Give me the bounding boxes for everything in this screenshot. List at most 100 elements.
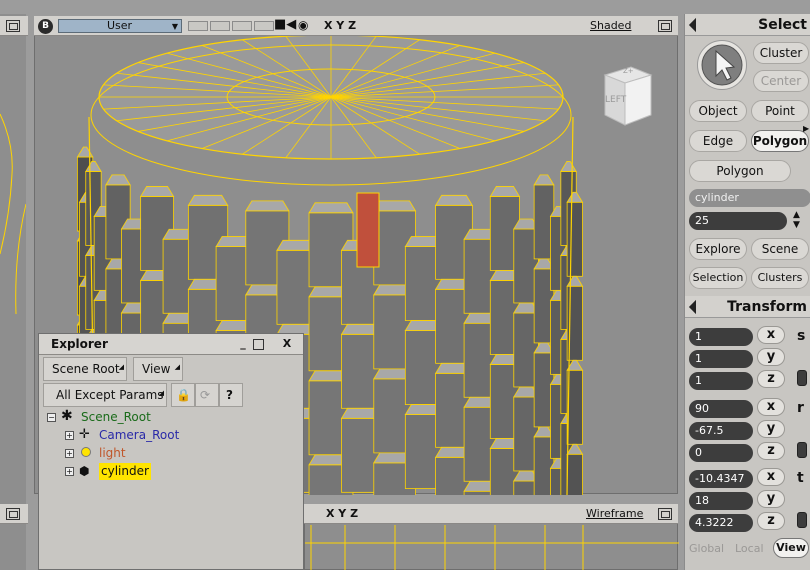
translate-y-field[interactable]: 18	[689, 492, 753, 510]
eye-icon[interactable]: ◉	[298, 18, 308, 32]
rotate-label[interactable]: r	[797, 400, 804, 416]
viewport-badge[interactable]: B	[38, 19, 53, 34]
expand-icon[interactable]: +	[65, 449, 74, 458]
tree-item-cylinder[interactable]: + ⬢ cylinder	[47, 463, 207, 480]
scale-z-field[interactable]: 1	[689, 372, 753, 390]
scale-slider[interactable]	[797, 370, 807, 386]
spinner-icon[interactable]: ▲ ▼	[793, 210, 800, 230]
menu-arrow-icon: ▶	[803, 124, 810, 133]
minimize-icon[interactable]: _	[235, 337, 251, 351]
explore-button[interactable]: Explore	[689, 238, 747, 260]
tree-item-camera-root[interactable]: + ✛ Camera_Root	[47, 427, 227, 444]
polygon-button[interactable]: Polygon	[751, 130, 809, 152]
maximize-viewport-icon[interactable]	[6, 20, 20, 32]
rotate-y-button[interactable]: y	[757, 420, 785, 438]
translate-z-button[interactable]: z	[757, 512, 785, 530]
viewport-slot-4[interactable]	[254, 21, 274, 31]
selection-count-field[interactable]: 25	[689, 212, 787, 230]
viewport-slot-1[interactable]	[188, 21, 208, 31]
maximize-viewport-icon[interactable]	[658, 20, 672, 32]
polygon-mode-button[interactable]: Polygon	[689, 160, 791, 182]
point-button[interactable]: Point	[751, 100, 809, 122]
translate-x-field[interactable]: -10.4347	[689, 470, 753, 488]
tree-label: Camera_Root	[99, 428, 180, 442]
explorer-title-bar[interactable]: Explorer _ X	[39, 334, 303, 355]
translate-label[interactable]: t	[797, 470, 804, 486]
object-button[interactable]: Object	[689, 100, 747, 122]
view-cube[interactable]: Z+ LEFT	[597, 63, 653, 127]
select-title: Select	[758, 17, 807, 33]
rotate-y-field[interactable]: -67.5	[689, 422, 753, 440]
translate-slider[interactable]	[797, 512, 807, 528]
scale-y-button[interactable]: y	[757, 348, 785, 366]
left-viewport[interactable]	[0, 14, 26, 570]
clusters-button[interactable]: Clusters	[751, 267, 809, 289]
left-bottom-viewport-bar	[0, 504, 28, 524]
rotate-x-field[interactable]: 90	[689, 400, 753, 418]
select-header[interactable]: Select	[685, 14, 810, 36]
select-transform-panel: Select Cluster Center Object Point Edge …	[684, 14, 810, 570]
facet-cap	[245, 200, 290, 212]
global-space-button[interactable]: Global	[689, 542, 724, 555]
dropdown-corner-icon: ◢	[118, 363, 124, 371]
scene-button[interactable]: Scene	[751, 238, 809, 260]
maximize-icon[interactable]	[253, 339, 264, 350]
cluster-button[interactable]: Cluster	[753, 42, 809, 64]
filter-label: All Except Params	[56, 388, 164, 402]
maximize-viewport-icon[interactable]	[6, 508, 20, 520]
tree-item-scene-root[interactable]: − ✱ Scene_Root	[47, 408, 187, 426]
view-space-button[interactable]: View	[773, 538, 809, 558]
scale-x-button[interactable]: x	[757, 326, 785, 344]
cursor-arrow-icon	[701, 44, 743, 86]
local-space-button[interactable]: Local	[735, 542, 764, 555]
translate-z-field[interactable]: 4.3222	[689, 514, 753, 532]
help-icon[interactable]: ?	[219, 383, 243, 407]
refresh-icon[interactable]: ⟳	[195, 383, 219, 407]
dropdown-corner-icon: ◢	[174, 363, 180, 371]
camera-dropdown[interactable]: User ▼	[58, 19, 182, 33]
rotate-z-field[interactable]: 0	[689, 444, 753, 462]
collapse-icon[interactable]: −	[47, 413, 56, 422]
view-cube-face-label: LEFT	[605, 95, 627, 105]
display-mode-menu[interactable]: Shaded	[590, 19, 631, 33]
view-button[interactable]: View ◢	[133, 357, 183, 381]
filter-button[interactable]: All Except Params ◢	[43, 383, 167, 407]
explorer-title: Explorer	[51, 337, 108, 351]
edge-button[interactable]: Edge	[689, 130, 747, 152]
camera-icon[interactable]: ■◀	[274, 18, 296, 32]
collapse-icon	[688, 299, 704, 315]
center-button[interactable]: Center	[753, 70, 809, 92]
axis-toggles[interactable]: X Y Z	[326, 507, 358, 521]
selected-polygon	[356, 192, 380, 268]
tree-label: cylinder	[99, 463, 151, 480]
transform-header[interactable]: Transform	[685, 296, 810, 318]
transform-title: Transform	[727, 299, 807, 315]
scale-label[interactable]: s	[797, 328, 805, 344]
rotate-z-button[interactable]: z	[757, 442, 785, 460]
scale-x-field[interactable]: 1	[689, 328, 753, 346]
camera-root-icon: ✛	[79, 427, 90, 442]
selection-arrow-button[interactable]	[697, 40, 747, 90]
tree-item-light[interactable]: + light	[47, 445, 207, 462]
scene-root-button[interactable]: Scene Root ◢	[43, 357, 127, 381]
viewport-slot-3[interactable]	[232, 21, 252, 31]
facet-cap	[76, 146, 94, 158]
expand-icon[interactable]: +	[65, 431, 74, 440]
display-mode-menu[interactable]: Wireframe	[586, 507, 643, 521]
lock-icon[interactable]: 🔒	[171, 383, 195, 407]
rotate-slider[interactable]	[797, 442, 807, 458]
object-name-field[interactable]: cylinder	[689, 189, 810, 207]
translate-y-button[interactable]: y	[757, 490, 785, 508]
selection-button[interactable]: Selection	[689, 267, 747, 289]
maximize-viewport-icon[interactable]	[658, 508, 672, 520]
scale-z-button[interactable]: z	[757, 370, 785, 388]
axis-toggles[interactable]: X Y Z	[324, 19, 356, 33]
viewport-slot-2[interactable]	[210, 21, 230, 31]
facet-cap	[489, 186, 521, 197]
close-icon[interactable]: X	[279, 337, 295, 351]
rotate-x-button[interactable]: x	[757, 398, 785, 416]
expand-icon[interactable]: +	[65, 467, 74, 476]
translate-x-button[interactable]: x	[757, 468, 785, 486]
scale-y-field[interactable]: 1	[689, 350, 753, 368]
view-cube-top-label: Z+	[623, 67, 634, 75]
